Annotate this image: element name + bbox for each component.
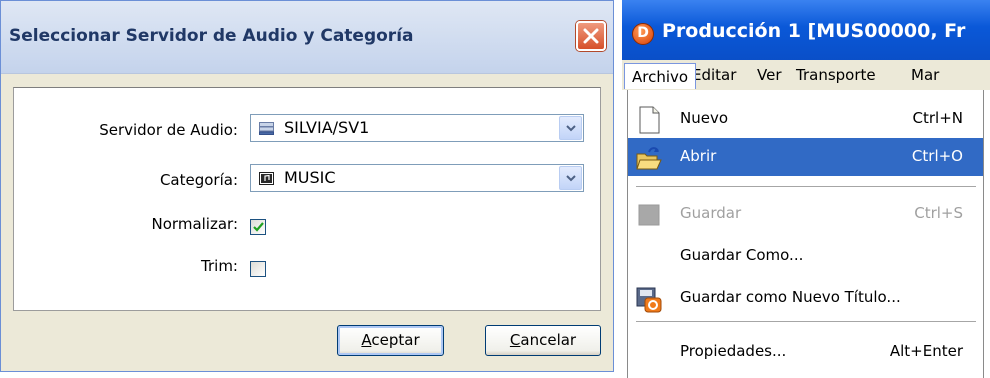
menu-separator — [636, 321, 976, 322]
app-icon-letter: D — [637, 25, 649, 41]
normalizar-checkbox[interactable] — [250, 219, 266, 235]
new-document-icon — [639, 106, 660, 134]
menu-mar[interactable]: Mar — [911, 66, 939, 84]
menu-item-propiedades[interactable]: Propiedades... Alt+Enter — [628, 333, 983, 371]
cancelar-accelerator: C — [509, 331, 521, 349]
menu-item-label: Guardar Como... — [680, 246, 804, 264]
menu-item-shortcut: Alt+Enter — [889, 342, 963, 360]
trim-checkbox[interactable] — [250, 261, 266, 277]
cancelar-label: ancelar — [520, 331, 577, 349]
aceptar-label: ceptar — [371, 331, 420, 349]
aceptar-button[interactable]: Aceptar — [337, 325, 444, 356]
dialog-title: Seleccionar Servidor de Audio y Categorí… — [9, 26, 414, 46]
menu-item-label: Nuevo — [680, 109, 729, 127]
menu-item-label: Propiedades... — [680, 342, 787, 360]
menu-item-guardar-como[interactable]: Guardar Como... — [628, 237, 983, 275]
save-new-title-icon — [636, 287, 662, 313]
categoria-label: Categoría: — [159, 171, 238, 189]
close-icon[interactable] — [576, 21, 606, 51]
window-title: Producción 1 [MUS00000, Fr — [662, 20, 966, 42]
menu-item-shortcut: Ctrl+O — [911, 147, 963, 165]
menu-ver[interactable]: Ver — [757, 66, 782, 84]
menu-item-guardar[interactable]: Guardar Ctrl+S — [628, 195, 983, 233]
production-window: D Producción 1 [MUS00000, Fr Editar Ver … — [622, 0, 990, 378]
menu-item-label: Guardar como Nuevo Título... — [680, 288, 901, 306]
chevron-down-icon[interactable] — [559, 116, 582, 140]
menu-item-nuevo[interactable]: Nuevo Ctrl+N — [628, 100, 983, 138]
chevron-down-icon[interactable] — [559, 166, 582, 190]
cancelar-button[interactable]: Cancelar — [485, 325, 601, 356]
dialog-content-panel: Servidor de Audio: SILVIA/SV1 Categoría:… — [13, 87, 601, 311]
window-title-bar: D Producción 1 [MUS00000, Fr — [622, 0, 990, 60]
audio-server-value: SILVIA/SV1 — [284, 118, 370, 137]
menu-archivo[interactable]: Archivo — [624, 63, 697, 89]
save-icon — [638, 204, 660, 226]
menu-separator — [636, 186, 976, 187]
menu-item-shortcut: Ctrl+S — [914, 204, 963, 222]
menu-item-label: Guardar — [680, 204, 742, 222]
menu-item-abrir[interactable]: Abrir Ctrl+O — [628, 138, 983, 176]
menu-item-label: Abrir — [680, 147, 717, 165]
servidor-label: Servidor de Audio: — [99, 121, 238, 139]
server-icon — [259, 122, 274, 135]
archivo-dropdown-menu: Nuevo Ctrl+N Abrir Ctrl+O Guardar Ctrl+S… — [627, 90, 984, 378]
app-icon[interactable]: D — [632, 23, 654, 45]
menu-editar[interactable]: Editar — [692, 66, 736, 84]
menu-item-guardar-nuevo-titulo[interactable]: Guardar como Nuevo Título... — [628, 279, 983, 317]
normalizar-label: Normalizar: — [151, 215, 238, 233]
menu-transporte[interactable]: Transporte — [796, 66, 876, 84]
menu-item-shortcut: Ctrl+N — [912, 109, 963, 127]
category-value: MUSIC — [284, 168, 336, 187]
trim-label: Trim: — [201, 257, 238, 275]
dialog-title-bar: Seleccionar Servidor de Audio y Categorí… — [1, 1, 613, 74]
select-audio-server-dialog: Seleccionar Servidor de Audio y Categorí… — [0, 0, 614, 372]
category-combobox[interactable]: MUSIC — [250, 164, 584, 192]
audio-server-combobox[interactable]: SILVIA/SV1 — [250, 114, 584, 142]
open-folder-icon — [636, 147, 662, 170]
aceptar-accelerator: A — [361, 331, 372, 349]
music-note-icon — [259, 172, 274, 185]
